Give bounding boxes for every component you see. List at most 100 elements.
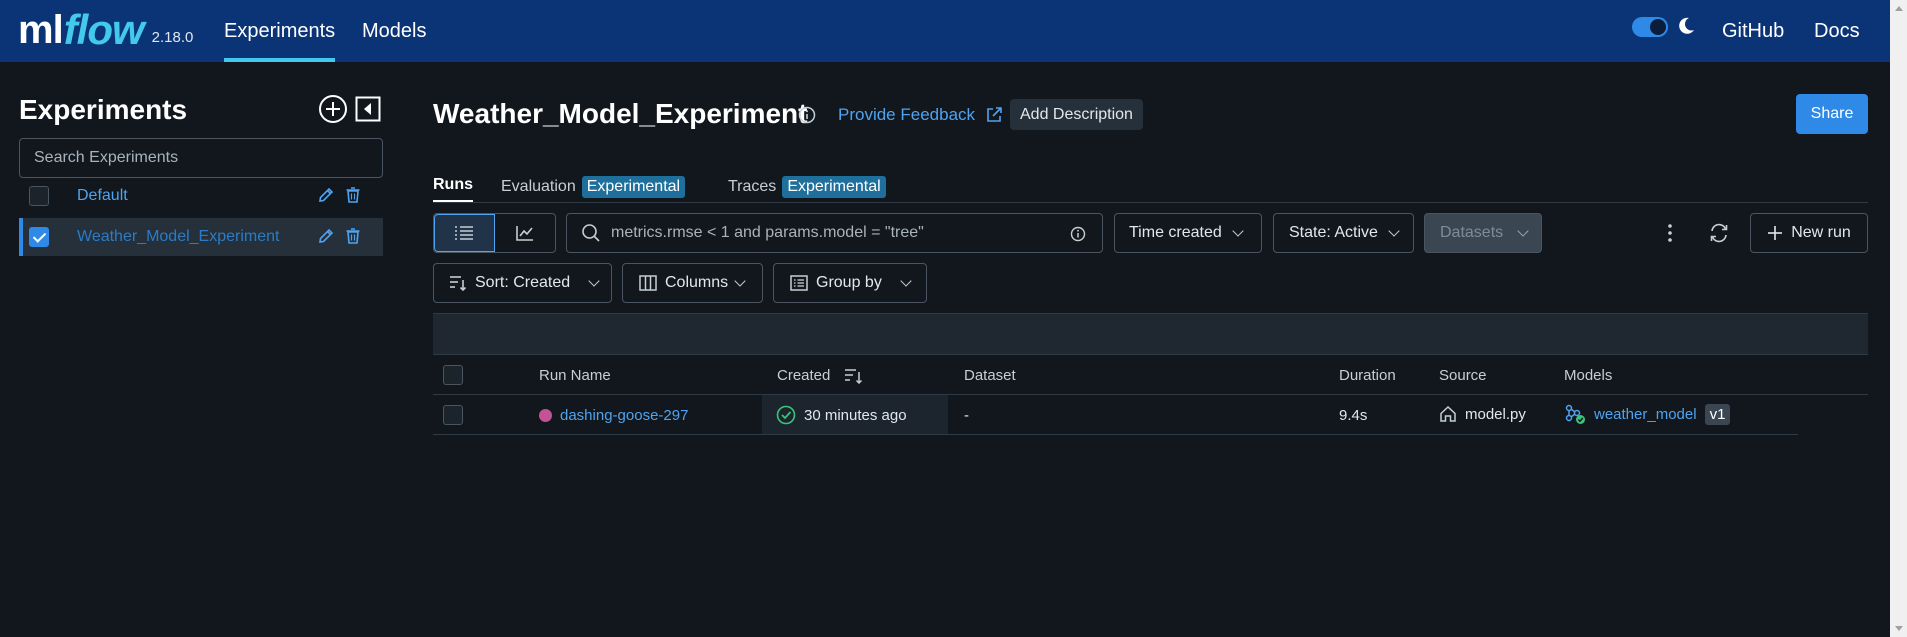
external-link-icon: [987, 107, 1002, 122]
moon-icon: [1679, 17, 1694, 34]
search-icon: [582, 224, 600, 242]
created-header-label: Created: [777, 367, 831, 384]
datasets-label: Datasets: [1440, 224, 1504, 241]
columns-icon: [639, 275, 657, 291]
experimental-badge: Experimental: [581, 176, 686, 198]
table-view-button[interactable]: [434, 214, 495, 252]
experiment-name[interactable]: Default: [77, 187, 128, 205]
column-header-created[interactable]: Created: [777, 367, 864, 384]
scroll-up-arrow-icon[interactable]: [1895, 6, 1903, 11]
run-name-link[interactable]: dashing-goose-297: [560, 407, 688, 424]
experiment-item-weather-model[interactable]: Weather_Model_Experiment: [19, 218, 383, 256]
add-experiment-icon[interactable]: [318, 94, 348, 124]
version-label: 2.18.0: [151, 28, 194, 46]
created-cell: 30 minutes ago: [776, 405, 907, 425]
page-title: Weather_Model_Experiment: [433, 98, 808, 129]
group-by-dropdown[interactable]: Group by: [773, 263, 927, 303]
chart-view-button[interactable]: [495, 214, 555, 252]
column-header-run-name[interactable]: Run Name: [539, 367, 611, 384]
tab-evaluation[interactable]: Evaluation Experimental: [501, 176, 686, 198]
chevron-down-icon: [1388, 225, 1400, 237]
mlflow-logo[interactable]: ml flow 2.18.0: [18, 2, 193, 58]
dark-mode-toggle[interactable]: [1632, 17, 1668, 37]
provide-feedback-link[interactable]: Provide Feedback: [838, 105, 1003, 125]
chevron-down-icon: [1232, 225, 1244, 237]
experiment-checkbox[interactable]: [29, 186, 49, 206]
view-mode-toggle: [433, 213, 556, 253]
plus-icon: [1768, 226, 1783, 240]
new-run-button[interactable]: New run: [1750, 213, 1868, 253]
logo-flow-text: flow: [63, 6, 145, 53]
top-navigation-bar: ml flow 2.18.0 Experiments Models GitHub…: [0, 0, 1890, 62]
group-icon: [790, 275, 808, 291]
model-link[interactable]: weather_model: [1594, 406, 1697, 423]
time-created-label: Time created: [1129, 224, 1222, 241]
share-label: Share: [1810, 105, 1854, 122]
tab-runs-label: Runs: [433, 176, 473, 193]
time-created-dropdown[interactable]: Time created: [1114, 213, 1262, 253]
created-value: 30 minutes ago: [804, 406, 907, 424]
edit-icon[interactable]: [317, 227, 335, 245]
experiment-name[interactable]: Weather_Model_Experiment: [77, 228, 279, 246]
add-description-label: Add Description: [1020, 105, 1133, 123]
column-header-source[interactable]: Source: [1439, 367, 1487, 384]
chevron-down-icon: [588, 275, 600, 287]
search-experiments-input[interactable]: [19, 138, 383, 178]
delete-icon[interactable]: [345, 186, 361, 204]
tab-traces[interactable]: Traces Experimental: [728, 176, 886, 198]
tabs-divider: [433, 202, 1868, 203]
run-color-dot[interactable]: [539, 409, 552, 422]
edit-icon[interactable]: [317, 186, 335, 204]
delete-icon[interactable]: [345, 227, 361, 245]
nav-models[interactable]: Models: [362, 0, 426, 62]
runs-search-input[interactable]: [611, 224, 1051, 242]
refresh-icon[interactable]: [1708, 223, 1730, 243]
info-icon[interactable]: [1070, 226, 1086, 242]
tab-evaluation-label: Evaluation: [501, 178, 576, 195]
sort-descending-icon: [845, 368, 863, 384]
window-scrollbar[interactable]: [1890, 0, 1907, 637]
source-cell[interactable]: model.py: [1439, 405, 1526, 423]
list-icon: [455, 226, 474, 240]
chevron-down-icon: [900, 275, 912, 287]
dataset-cell: -: [964, 407, 969, 424]
share-button[interactable]: Share: [1796, 94, 1868, 134]
column-header-dataset[interactable]: Dataset: [964, 367, 1016, 384]
table-header-row: Run Name Created Dataset Duration Source…: [433, 354, 1868, 395]
state-dropdown[interactable]: State: Active: [1273, 213, 1414, 253]
nav-experiments[interactable]: Experiments: [224, 0, 336, 62]
info-icon[interactable]: [798, 106, 816, 124]
registered-model-icon: [1565, 404, 1585, 424]
new-run-label: New run: [1791, 224, 1851, 241]
datasets-dropdown[interactable]: Datasets: [1424, 213, 1542, 253]
experimental-badge: Experimental: [782, 176, 886, 198]
tab-runs[interactable]: Runs: [433, 176, 473, 203]
select-all-checkbox[interactable]: [443, 365, 463, 385]
more-options-icon[interactable]: [1663, 223, 1677, 243]
column-header-models[interactable]: Models: [1564, 367, 1612, 384]
home-icon: [1440, 405, 1456, 422]
collapse-sidebar-icon[interactable]: [355, 96, 381, 122]
model-version-badge[interactable]: v1: [1704, 403, 1731, 425]
experiment-item-default[interactable]: Default: [19, 177, 383, 215]
columns-dropdown[interactable]: Columns: [622, 263, 763, 303]
group-by-label: Group by: [816, 274, 882, 291]
table-group-header: [433, 313, 1868, 354]
github-link[interactable]: GitHub: [1722, 0, 1784, 62]
scroll-down-arrow-icon[interactable]: [1895, 626, 1903, 631]
add-description-button[interactable]: Add Description: [1010, 99, 1143, 130]
nav-experiments-label: Experiments: [224, 19, 336, 42]
docs-link[interactable]: Docs: [1814, 0, 1860, 62]
table-row: dashing-goose-297 30 minutes ago - 9.4s …: [433, 395, 1798, 435]
source-value: model.py: [1465, 405, 1526, 423]
columns-label: Columns: [665, 274, 729, 291]
column-header-duration[interactable]: Duration: [1339, 367, 1396, 384]
experiment-checkbox-checked[interactable]: [29, 227, 49, 247]
chevron-down-icon: [734, 275, 746, 287]
sort-dropdown[interactable]: Sort: Created: [433, 263, 612, 303]
feedback-label: Provide Feedback: [838, 105, 976, 124]
success-check-icon: [776, 405, 796, 425]
github-label: GitHub: [1722, 19, 1785, 42]
row-checkbox[interactable]: [443, 405, 463, 425]
duration-cell: 9.4s: [1339, 407, 1368, 424]
